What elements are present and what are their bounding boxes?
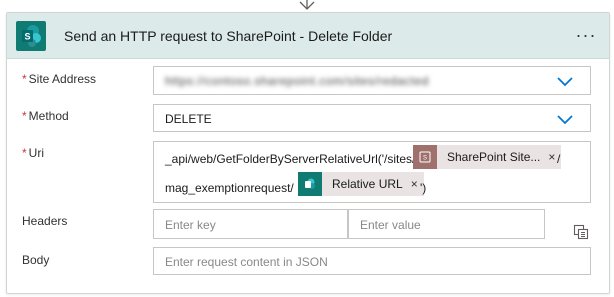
action-title: Send an HTTP request to SharePoint - Del… (64, 28, 393, 44)
header-key-input[interactable]: Enter key (153, 209, 348, 239)
dynamic-content-token[interactable]: Relative URL × (298, 172, 424, 196)
required-asterisk: * (22, 146, 27, 160)
action-card: S Send an HTTP request to SharePoint - D… (6, 12, 610, 294)
method-label: * Method (22, 109, 69, 123)
sharepoint-icon (298, 172, 322, 196)
token-label: Relative URL (332, 177, 403, 191)
dynamic-content-token[interactable]: S SharePoint Site... × (413, 145, 562, 169)
switch-to-text-mode-icon[interactable] (573, 224, 589, 240)
uri-text-segment: / (557, 152, 561, 166)
chevron-down-icon[interactable] (556, 75, 574, 87)
site-address-dropdown[interactable]: https://contoso.sharepoint.com/sites/red… (153, 66, 591, 95)
flow-connector-arrow (299, 0, 315, 10)
method-value: DELETE (165, 112, 212, 126)
action-card-header[interactable]: S Send an HTTP request to SharePoint - D… (7, 13, 609, 59)
svg-text:S: S (24, 32, 30, 42)
more-options-button[interactable]: ··· (569, 21, 603, 49)
sharepoint-icon: S (16, 21, 46, 51)
method-label-text: Method (28, 109, 69, 123)
uri-label-text: Uri (28, 146, 44, 160)
method-dropdown[interactable]: DELETE (153, 104, 591, 132)
uri-label: * Uri (22, 146, 44, 160)
required-asterisk: * (22, 72, 27, 86)
token-label: SharePoint Site... (447, 150, 541, 164)
required-asterisk: * (22, 109, 27, 123)
headers-label: Headers (22, 214, 68, 228)
body-input[interactable]: Enter request content in JSON (153, 247, 591, 275)
uri-text-segment: mag_exemptionrequest/ (165, 181, 294, 195)
body-label: Body (22, 253, 50, 267)
site-address-value: https://contoso.sharepoint.com/sites/red… (165, 74, 429, 88)
header-key-placeholder: Enter key (165, 218, 216, 232)
uri-input[interactable]: _api/web/GetFolderByServerRelativeUrl('/… (153, 141, 591, 203)
site-address-label: * Site Address (22, 72, 96, 86)
body-placeholder: Enter request content in JSON (165, 255, 328, 269)
uri-text-segment: ') (420, 181, 427, 195)
sharepoint-icon: S (413, 145, 437, 169)
header-value-input[interactable]: Enter value (348, 209, 545, 239)
svg-text:S: S (423, 156, 427, 162)
chevron-down-icon[interactable] (556, 113, 574, 125)
uri-text-segment: _api/web/GetFolderByServerRelativeUrl('/… (165, 152, 416, 166)
header-value-placeholder: Enter value (360, 218, 421, 232)
site-address-label-text: Site Address (28, 72, 97, 86)
